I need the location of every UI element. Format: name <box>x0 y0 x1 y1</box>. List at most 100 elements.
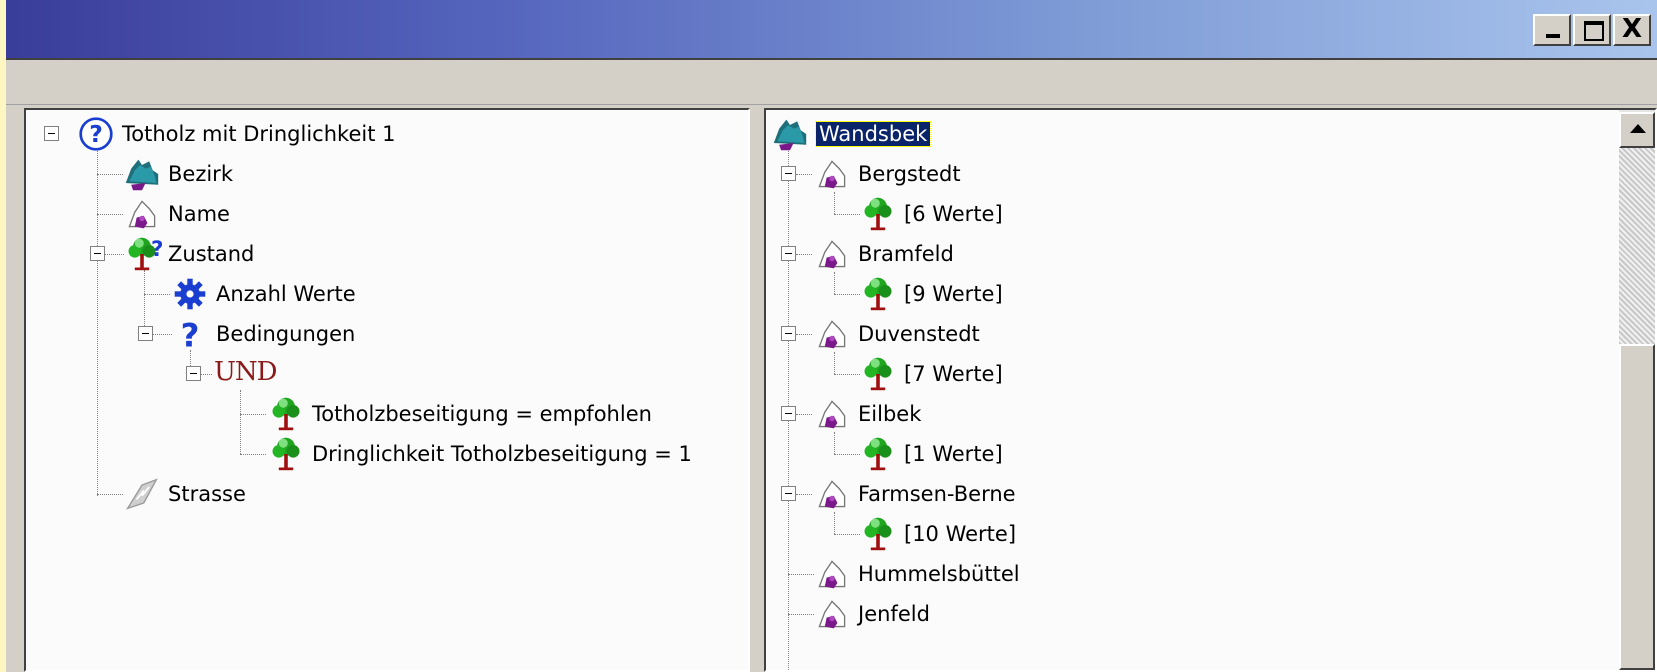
tree-line <box>104 254 124 255</box>
collapse-toggle[interactable] <box>44 126 59 141</box>
gear-icon <box>174 278 206 310</box>
tree-node-wandsbek[interactable]: Wandsbek <box>770 118 932 150</box>
tree-node-count[interactable]: [9 Werte] <box>858 278 1003 310</box>
tree-node-district[interactable]: Bramfeld <box>812 238 954 270</box>
tree-node-label: Name <box>168 202 230 226</box>
name-icon <box>812 596 852 632</box>
tree-icon <box>858 516 898 552</box>
tree-line <box>834 432 835 454</box>
window-controls: X <box>1533 14 1651 46</box>
maximize-icon <box>1584 21 1604 41</box>
tree-line <box>796 334 812 335</box>
collapse-toggle[interactable] <box>186 366 201 381</box>
name-icon <box>812 476 852 512</box>
name-icon <box>812 156 852 192</box>
tree-node-district[interactable]: Farmsen-Berne <box>812 478 1016 510</box>
tree-line <box>834 192 835 214</box>
collapse-toggle[interactable] <box>781 486 796 501</box>
tree-node-count[interactable]: [10 Werte] <box>858 518 1016 550</box>
title-bar[interactable]: X <box>6 0 1657 60</box>
tree-line <box>834 512 835 534</box>
tree-line <box>834 294 860 295</box>
name-icon <box>812 316 852 352</box>
tree-node-label: [7 Werte] <box>904 362 1003 386</box>
tree-line <box>240 454 266 455</box>
tree-node-label: Duvenstedt <box>858 322 980 346</box>
tree-node-label: Bergstedt <box>858 162 961 186</box>
tree-icon <box>266 436 306 472</box>
name-icon <box>122 196 162 232</box>
scroll-up-button[interactable] <box>1619 112 1655 148</box>
tree-node-root[interactable]: ? Totholz mit Dringlichkeit 1 <box>76 117 396 151</box>
tree-icon <box>858 436 898 472</box>
vertical-scrollbar[interactable] <box>1619 110 1655 670</box>
tree-line <box>144 294 170 295</box>
tree-line <box>97 174 123 175</box>
tree-line <box>796 494 812 495</box>
tree-line <box>834 214 860 215</box>
tree-node-name[interactable]: Name <box>122 198 230 230</box>
tree-node-und[interactable]: UND <box>214 356 278 388</box>
tree-node-bedingungen[interactable]: ? Bedingungen <box>170 317 356 352</box>
result-tree-pane[interactable]: Wandsbek Bergstedt [6 Werte] Bramfeld [9 We… <box>764 108 1657 672</box>
tree-line <box>240 414 266 415</box>
tree-node-label: Dringlichkeit Totholzbeseitigung = 1 <box>312 442 692 466</box>
selected-node-label: Wandsbek <box>814 121 932 147</box>
tree-node-label: Totholz mit Dringlichkeit 1 <box>122 122 396 146</box>
tree-node-label: [10 Werte] <box>904 522 1017 546</box>
tree-node-label: [9 Werte] <box>904 282 1003 306</box>
collapse-toggle[interactable] <box>138 326 153 341</box>
tree-line <box>796 414 812 415</box>
tree-node-zustand[interactable]: ? Zustand <box>122 237 255 270</box>
tree-node-count[interactable]: [1 Werte] <box>858 438 1003 470</box>
tree-line <box>796 254 812 255</box>
tree-node-district[interactable]: Jenfeld <box>812 598 930 630</box>
collapse-toggle[interactable] <box>90 246 105 261</box>
tree-line <box>834 272 835 294</box>
tree-line <box>788 574 814 575</box>
tree-node-district[interactable]: Duvenstedt <box>812 318 980 350</box>
svg-text:?: ? <box>181 317 200 352</box>
collapse-toggle[interactable] <box>781 326 796 341</box>
minimize-button[interactable] <box>1533 14 1571 46</box>
name-icon <box>812 396 852 432</box>
close-button[interactable]: X <box>1613 14 1651 46</box>
tree-node-strasse[interactable]: Strasse <box>122 478 246 510</box>
tree-node-label: Zustand <box>168 242 255 266</box>
collapse-toggle[interactable] <box>781 406 796 421</box>
tree-icon <box>266 396 306 432</box>
tree-node-condition[interactable]: Totholzbeseitigung = empfohlen <box>266 398 652 430</box>
tree-line <box>97 140 98 496</box>
tree-line <box>834 534 860 535</box>
tree-node-label: Bramfeld <box>858 242 954 266</box>
tree-line <box>97 494 123 495</box>
collapse-toggle[interactable] <box>781 166 796 181</box>
tree-node-label: Bedingungen <box>216 322 356 346</box>
und-operator-label: UND <box>214 357 278 387</box>
tree-node-district[interactable]: Eilbek <box>812 398 921 430</box>
tree-node-label: Eilbek <box>858 402 922 426</box>
scroll-track[interactable] <box>1619 148 1655 344</box>
tree-node-district[interactable]: Hummelsbüttel <box>812 558 1020 590</box>
tree-node-anzahl[interactable]: Anzahl Werte <box>170 278 356 310</box>
query-tree-pane[interactable]: ? Totholz mit Dringlichkeit 1 Bezirk Nam… <box>24 108 750 672</box>
tree-node-count[interactable]: [6 Werte] <box>858 198 1003 230</box>
tree-node-label: Farmsen-Berne <box>858 482 1016 506</box>
tree-node-label: Hummelsbüttel <box>858 562 1020 586</box>
tree-node-condition[interactable]: Dringlichkeit Totholzbeseitigung = 1 <box>266 438 692 470</box>
tree-line <box>834 352 835 374</box>
toolbar <box>6 60 1657 105</box>
tree-node-count[interactable]: [7 Werte] <box>858 358 1003 390</box>
svg-text:?: ? <box>151 237 162 262</box>
maximize-button[interactable] <box>1573 14 1611 46</box>
tree-node-district[interactable]: Bergstedt <box>812 158 961 190</box>
tree-node-bezirk[interactable]: Bezirk <box>122 158 233 190</box>
district-icon <box>122 156 162 192</box>
scroll-thumb[interactable] <box>1619 344 1655 670</box>
minimize-icon <box>1546 34 1560 38</box>
name-icon <box>812 236 852 272</box>
collapse-toggle[interactable] <box>781 246 796 261</box>
tree-line <box>788 614 814 615</box>
tree-icon <box>858 196 898 232</box>
tree-line <box>240 390 241 454</box>
